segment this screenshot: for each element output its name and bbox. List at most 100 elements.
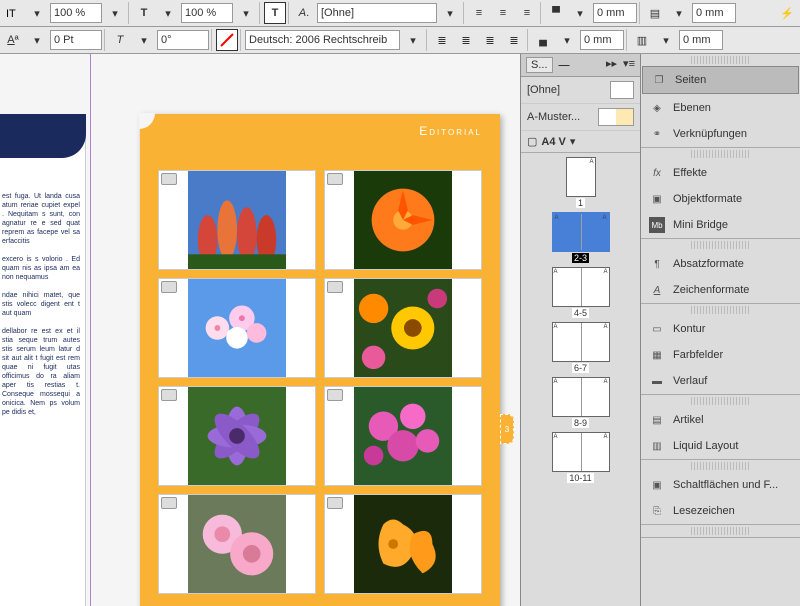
image-frame[interactable] — [324, 494, 482, 594]
collapse-icon[interactable]: ▸▸ — [606, 57, 617, 73]
dropdown-icon[interactable]: ▾ — [157, 2, 179, 24]
toolbar-row-1: IT ▾ ▾ T ▾ ▾ T A. ▾ ≡ ≡ ≡ ▀ ▾ ▤ ▾ ⚡ — [0, 0, 800, 27]
panel-absatzformate[interactable]: ¶Absatzformate — [641, 251, 800, 277]
panel-artikel[interactable]: ▤Artikel — [641, 407, 800, 433]
stroke-none-icon[interactable] — [216, 29, 238, 51]
page-size-label: A4 V — [541, 136, 565, 148]
dropdown-icon[interactable]: ▾ — [439, 2, 461, 24]
panel-effekte[interactable]: fxEffekte — [641, 160, 800, 186]
page-spread[interactable]: Editorial 3 — [140, 114, 500, 606]
panel-zeichenformate[interactable]: AZeichenformate — [641, 277, 800, 303]
vertical-scale-input[interactable] — [50, 3, 102, 23]
articles-icon: ▤ — [649, 412, 665, 428]
master-a[interactable]: A-Muster... — [521, 104, 640, 131]
stepper-icon[interactable]: ▾ — [104, 2, 126, 24]
image-frame[interactable] — [158, 278, 316, 378]
master-none[interactable]: [Ohne] — [521, 77, 640, 104]
horizontal-scale-input[interactable] — [181, 3, 233, 23]
document-canvas[interactable]: est fuga. Ut landa cusa atum reriae cupi… — [0, 54, 520, 606]
skew-icon[interactable]: T — [109, 29, 131, 51]
buttons-icon: ▣ — [649, 477, 665, 493]
language-select[interactable] — [245, 30, 400, 50]
page-thumb[interactable]: AA8-9 — [552, 377, 610, 428]
panel-objektformate[interactable]: ▣Objektformate — [641, 186, 800, 212]
master-label: A-Muster... — [527, 111, 580, 123]
char-styles-icon: A — [649, 282, 665, 298]
panel-mini-bridge[interactable]: MbMini Bridge — [641, 212, 800, 238]
image-frame[interactable] — [158, 170, 316, 270]
page-thumb[interactable]: AA2-3 — [552, 212, 610, 263]
image-frame[interactable] — [324, 386, 482, 486]
stepper-icon[interactable]: ▾ — [235, 2, 257, 24]
panel-ebenen[interactable]: ◈Ebenen — [641, 95, 800, 121]
image-frame[interactable] — [158, 386, 316, 486]
panel-tab-other[interactable]: ⎼ — [559, 57, 570, 73]
skew-input[interactable] — [157, 30, 209, 50]
master-label: [Ohne] — [527, 84, 560, 96]
paragraph-styles-icon: ¶ — [649, 256, 665, 272]
image-frame[interactable] — [158, 494, 316, 594]
panel-lesezeichen[interactable]: ⎘Lesezeichen — [641, 498, 800, 524]
stepper-icon[interactable]: ▾ — [655, 29, 677, 51]
dropdown-icon[interactable]: ▾ — [570, 135, 576, 148]
section-title: Editorial — [419, 124, 482, 138]
stroke-icon: ▭ — [649, 321, 665, 337]
justify-full-icon[interactable]: ≣ — [503, 29, 525, 51]
char-style-label-icon: A. — [293, 2, 315, 24]
panel-tab-pages[interactable]: S... — [526, 57, 553, 73]
pages-panel: S... ⎼ ▸▸ ▾≡ [Ohne] A-Muster... ▢ A4 V ▾… — [520, 54, 640, 606]
panel-schaltflaechen[interactable]: ▣Schaltflächen und F... — [641, 472, 800, 498]
cell-y2-input[interactable] — [679, 30, 723, 50]
page-thumb[interactable]: AA10-11 — [552, 432, 610, 483]
quick-apply-icon[interactable]: ⚡ — [776, 2, 798, 24]
stepper-icon[interactable]: ▾ — [556, 29, 578, 51]
dropdown-icon[interactable]: ▾ — [402, 29, 424, 51]
panel-seiten[interactable]: ❐Seiten — [642, 66, 799, 94]
justify-center-icon[interactable]: ≣ — [455, 29, 477, 51]
svg-text:IT: IT — [6, 8, 16, 20]
cell-x-input[interactable] — [593, 3, 637, 23]
panel-menu-icon[interactable]: ▾≡ — [623, 57, 635, 73]
baseline-shift-icon[interactable]: Aª — [2, 29, 24, 51]
justify-right-icon[interactable]: ≣ — [479, 29, 501, 51]
pages-icon: ❐ — [651, 72, 667, 88]
fill-color-icon[interactable]: T — [264, 2, 286, 24]
stepper-icon[interactable]: ▾ — [26, 29, 48, 51]
panel-kontur[interactable]: ▭Kontur — [641, 316, 800, 342]
cell-cols-icon[interactable]: ▥ — [631, 29, 653, 51]
toolbar-row-2: Aª ▾ T ▾ ▾ ≣ ≣ ≣ ≣ ▄ ▾ ▥ ▾ — [0, 27, 800, 54]
stepper-icon[interactable]: ▾ — [133, 29, 155, 51]
character-style-select[interactable] — [317, 3, 437, 23]
panel-verlauf[interactable]: ▬Verlauf — [641, 368, 800, 394]
valign-bottom-icon[interactable]: ▄ — [532, 29, 554, 51]
left-page-fragment: est fuga. Ut landa cusa atum reriae cupi… — [0, 114, 86, 606]
align-left-icon[interactable]: ≡ — [468, 2, 490, 24]
valign-top-icon[interactable]: ▀ — [545, 2, 567, 24]
dropdown-icon[interactable]: ▾ — [26, 2, 48, 24]
panel-liquid[interactable]: ▥Liquid Layout — [641, 433, 800, 459]
baseline-input[interactable] — [50, 30, 102, 50]
swatches-icon: ▦ — [649, 347, 665, 363]
panel-farbfelder[interactable]: ▦Farbfelder — [641, 342, 800, 368]
body-text: est fuga. Ut landa cusa atum reriae cupi… — [0, 192, 82, 417]
cell-y-input[interactable] — [692, 3, 736, 23]
cell-rows-icon[interactable]: ▤ — [644, 2, 666, 24]
gradient-icon: ▬ — [649, 373, 665, 389]
align-right-icon[interactable]: ≡ — [516, 2, 538, 24]
cell-x2-input[interactable] — [580, 30, 624, 50]
page-thumb[interactable]: AA4-5 — [552, 267, 610, 318]
horizontal-scale-icon[interactable]: T — [133, 2, 155, 24]
justify-left-icon[interactable]: ≣ — [431, 29, 453, 51]
page-thumbnails: A1AA2-3AA4-5AA6-7AA8-9AA10-11 — [521, 153, 640, 606]
align-center-icon[interactable]: ≡ — [492, 2, 514, 24]
image-frame[interactable] — [324, 278, 482, 378]
stepper-icon[interactable]: ▾ — [668, 2, 690, 24]
page-thumb[interactable]: A1 — [566, 157, 596, 208]
page-tab[interactable]: 3 — [500, 414, 514, 444]
page-size-row[interactable]: ▢ A4 V ▾ — [521, 131, 640, 153]
page-thumb[interactable]: AA6-7 — [552, 322, 610, 373]
cell-inset-icon[interactable]: ▾ — [569, 2, 591, 24]
image-frame[interactable] — [324, 170, 482, 270]
panel-verknuepfungen[interactable]: ⚭Verknüpfungen — [641, 121, 800, 147]
vertical-scale-icon[interactable]: IT — [2, 2, 24, 24]
